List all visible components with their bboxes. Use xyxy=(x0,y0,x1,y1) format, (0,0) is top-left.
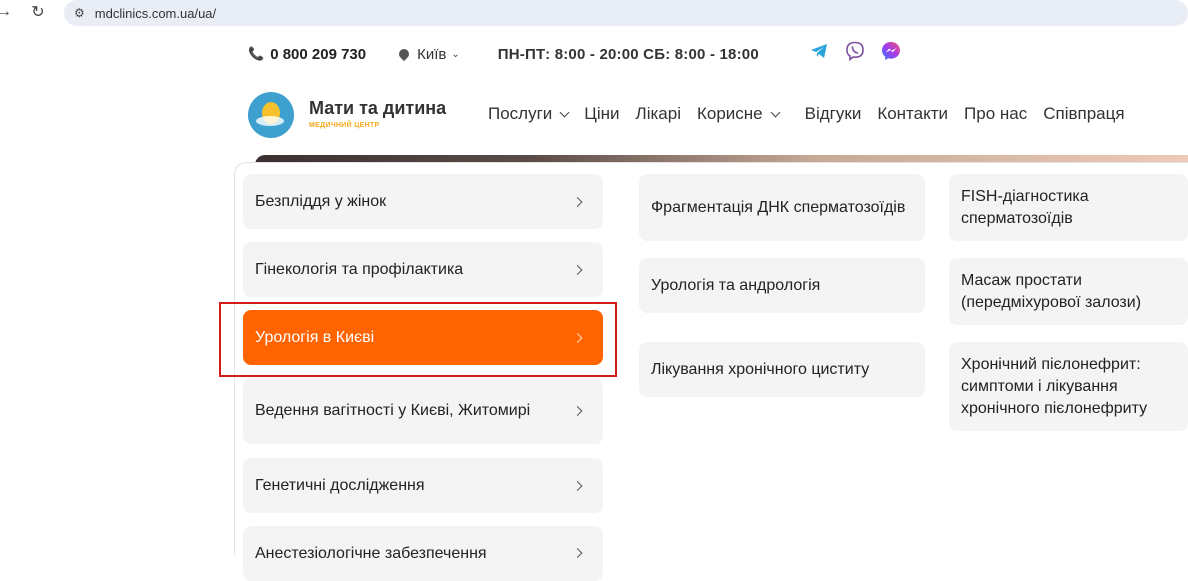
chevron-down-icon xyxy=(770,107,781,117)
reload-icon[interactable]: ↻ xyxy=(28,2,48,22)
messenger-icon[interactable] xyxy=(880,40,902,62)
category-item[interactable]: Гінекологія та профілактика xyxy=(243,242,603,297)
browser-toolbar: → ↻ ⚙ mdclinics.com.ua/ua/ xyxy=(0,0,1188,30)
category-item[interactable]: Генетичні дослідження xyxy=(243,458,603,513)
main-menu: Послуги Ціни Лікарі Корисне Відгуки Конт… xyxy=(488,104,1141,124)
city-label: Київ xyxy=(417,45,447,63)
url-text: mdclinics.com.ua/ua/ xyxy=(94,5,217,21)
chevron-right-icon xyxy=(572,480,583,491)
site-settings-icon[interactable]: ⚙ xyxy=(74,6,85,20)
menu-item-services[interactable]: Послуги xyxy=(488,104,570,124)
brand-name[interactable]: Мати та дитина xyxy=(309,98,446,119)
subcategory-item[interactable]: Хронічний пієлонефрит: симптоми і лікува… xyxy=(949,342,1188,431)
subcategory-item[interactable]: Лікування хронічного циститу xyxy=(639,342,925,397)
menu-item-prices[interactable]: Ціни xyxy=(584,104,619,124)
telegram-icon[interactable] xyxy=(808,40,830,62)
menu-item-useful[interactable]: Корисне xyxy=(697,104,781,124)
chevron-right-icon xyxy=(572,406,583,416)
location-pin-icon xyxy=(397,46,412,62)
clinic-logo[interactable] xyxy=(248,92,294,138)
menu-item-doctors[interactable]: Лікарі xyxy=(636,104,681,124)
menu-item-cooperation[interactable]: Співпраця xyxy=(1043,104,1124,124)
chevron-down-icon xyxy=(559,107,570,117)
subcategory-item[interactable]: FISH-діагностика сперматозоїдів xyxy=(949,174,1188,241)
social-links xyxy=(808,40,916,62)
menu-item-reviews[interactable]: Відгуки xyxy=(805,104,862,124)
menu-item-contacts[interactable]: Контакти xyxy=(877,104,948,124)
chevron-right-icon xyxy=(572,548,583,558)
subcategory-item[interactable]: Фрагментація ДНК сперматозоїдів xyxy=(639,174,925,241)
address-bar[interactable]: ⚙ mdclinics.com.ua/ua/ xyxy=(64,0,1188,26)
phone-icon: 📞 xyxy=(248,46,265,61)
subcategory-item[interactable]: Урологія та андрологія xyxy=(639,258,925,313)
category-item[interactable]: Безпліддя у жінок xyxy=(243,174,603,229)
city-selector[interactable]: Київ ⌄ xyxy=(397,45,460,63)
phone-number: 0 800 209 730 xyxy=(270,45,367,63)
working-hours: ПН-ПТ: 8:00 - 20:00 СБ: 8:00 - 18:00 xyxy=(497,45,759,63)
highlight-box xyxy=(219,302,617,377)
chevron-right-icon xyxy=(572,264,583,275)
category-item[interactable]: Анестезіологічне забезпечення xyxy=(243,526,603,581)
chevron-right-icon xyxy=(572,196,583,207)
brand-subtitle: МЕДИЧНИЙ ЦЕНТР xyxy=(309,122,380,129)
subcategory-item[interactable]: Масаж простати (передміхурової залози) xyxy=(949,258,1188,325)
forward-icon[interactable]: → xyxy=(0,2,14,22)
chevron-down-icon: ⌄ xyxy=(451,48,460,60)
menu-item-about[interactable]: Про нас xyxy=(964,104,1027,124)
viber-icon[interactable] xyxy=(844,40,866,62)
phone-link[interactable]: 📞 0 800 209 730 xyxy=(248,46,366,63)
category-item[interactable]: Ведення вагітності у Києві, Житомирі xyxy=(243,378,603,444)
top-info-bar: 📞 0 800 209 730 Київ ⌄ ПН-ПТ: 8:00 - 20:… xyxy=(248,40,1188,68)
